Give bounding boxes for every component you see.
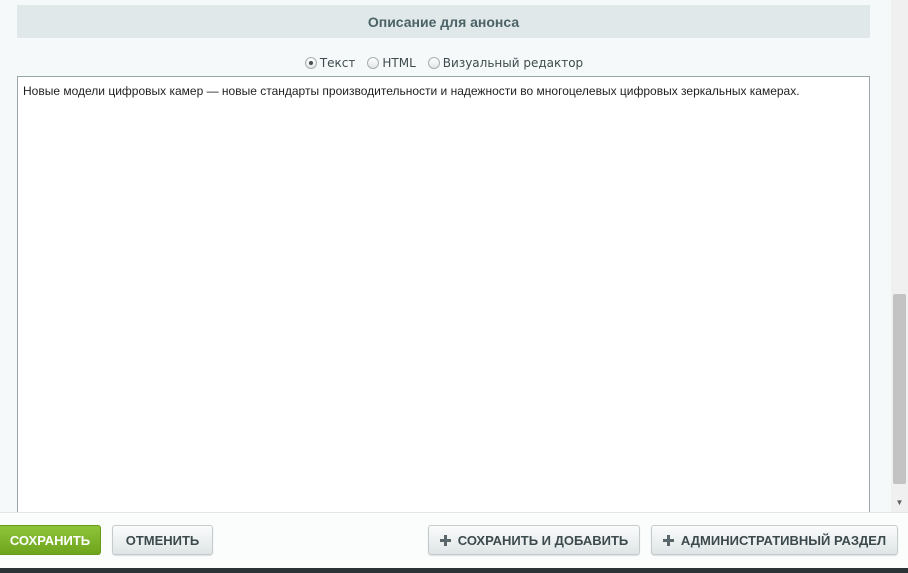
plus-icon bbox=[439, 534, 451, 546]
mode-option-visual-editor[interactable]: Визуальный редактор bbox=[427, 56, 584, 70]
scroll-down-arrow-icon[interactable]: ▼ bbox=[893, 496, 906, 508]
mode-option-label: Визуальный редактор bbox=[442, 56, 584, 70]
radio-unchecked-icon[interactable] bbox=[367, 57, 380, 69]
save-button[interactable]: СОХРАНИТЬ bbox=[0, 525, 101, 555]
mode-option-text[interactable]: Текст bbox=[304, 56, 356, 70]
page-scrollbar-thumb[interactable] bbox=[893, 294, 906, 484]
mode-option-html[interactable]: HTML bbox=[367, 56, 416, 70]
section-title: Описание для анонса bbox=[367, 13, 520, 30]
section-header: Описание для анонса bbox=[17, 5, 870, 38]
radio-checked-icon[interactable] bbox=[304, 57, 317, 69]
mode-option-label: HTML bbox=[382, 56, 416, 70]
cancel-button-label: ОТМЕНИТЬ bbox=[125, 532, 200, 548]
admin-section-button[interactable]: АДМИНИСТРАТИВНЫЙ РАЗДЕЛ bbox=[651, 525, 898, 555]
announcement-textarea[interactable]: Новые модели цифровых камер — новые стан… bbox=[17, 76, 870, 526]
save-and-add-label: СОХРАНИТЬ И ДОБАВИТЬ bbox=[457, 532, 629, 548]
admin-section-label: АДМИНИСТРАТИВНЫЙ РАЗДЕЛ bbox=[680, 532, 887, 548]
radio-unchecked-icon[interactable] bbox=[427, 57, 440, 69]
page-bottom-edge bbox=[0, 568, 908, 573]
cancel-button[interactable]: ОТМЕНИТЬ bbox=[112, 525, 213, 555]
save-button-label: СОХРАНИТЬ bbox=[9, 532, 91, 548]
save-and-add-button[interactable]: СОХРАНИТЬ И ДОБАВИТЬ bbox=[428, 525, 640, 555]
plus-icon bbox=[662, 534, 674, 546]
mode-option-label: Текст bbox=[319, 56, 356, 70]
editor-mode-selector: Текст HTML Визуальный редактор bbox=[0, 53, 888, 73]
